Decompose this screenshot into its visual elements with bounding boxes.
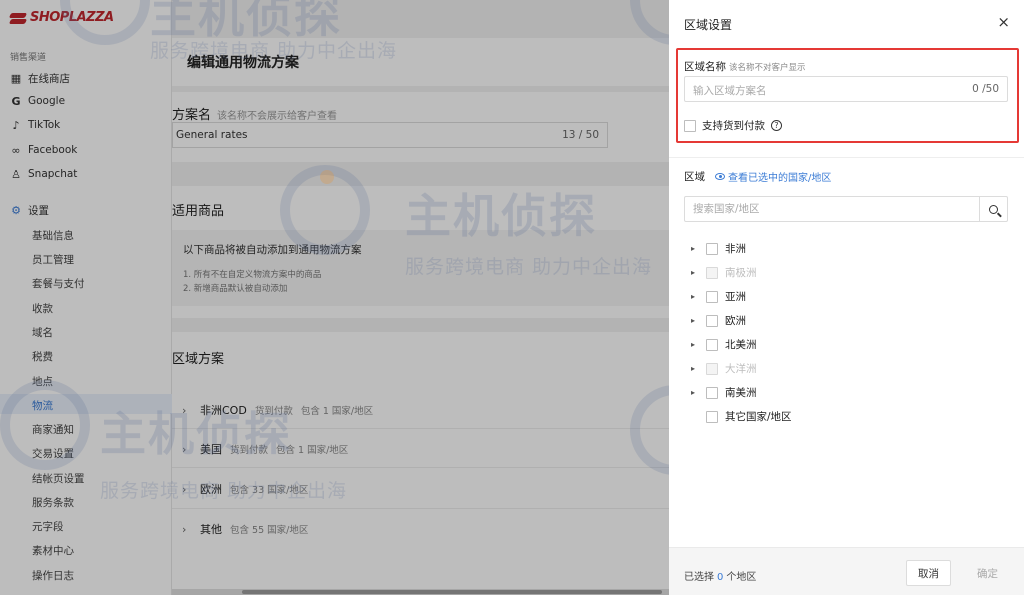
caret-right-icon[interactable]: ▸ (691, 316, 699, 325)
view-selected-text: 查看已选中的国家/地区 (728, 173, 832, 184)
area-header: 区域 查看已选中的国家/地区 (684, 169, 831, 184)
region-label: 亚洲 (725, 291, 746, 303)
region-checkbox[interactable] (706, 410, 718, 423)
region-item-antarctica[interactable]: ▸ 南极洲 (691, 265, 757, 280)
region-name-hint: 该名称不对客户显示 (729, 63, 806, 73)
eye-icon (715, 173, 725, 180)
view-selected-link[interactable]: 查看已选中的国家/地区 (715, 169, 831, 184)
help-icon[interactable]: ? (771, 120, 782, 131)
region-checkbox[interactable] (706, 290, 718, 303)
region-label: 欧洲 (725, 315, 746, 327)
region-search (684, 196, 1008, 222)
region-item-south-america[interactable]: ▸ 南美洲 (691, 385, 757, 400)
region-item-africa[interactable]: ▸ 非洲 (691, 241, 746, 256)
cod-label: 支持货到付款 (702, 120, 765, 132)
region-item-asia[interactable]: ▸ 亚洲 (691, 289, 746, 304)
region-name-placeholder: 输入区域方案名 (693, 85, 767, 97)
caret-right-icon[interactable]: ▸ (691, 244, 699, 253)
search-icon (989, 204, 998, 214)
region-name-label: 区域名称 该名称不对客户显示 (684, 59, 806, 74)
selected-count-info: 已选择 0 个地区 (684, 568, 756, 583)
selected-suffix: 个地区 (726, 572, 757, 583)
caret-right-icon[interactable]: ▸ (691, 364, 699, 373)
region-label: 大洋洲 (725, 363, 757, 375)
divider (669, 157, 1024, 158)
region-checkbox[interactable] (706, 338, 718, 351)
caret-right-icon[interactable]: ▸ (691, 292, 699, 301)
region-name-input[interactable]: 输入区域方案名 0 /50 (684, 76, 1008, 102)
close-icon[interactable]: × (997, 13, 1010, 31)
region-item-north-america[interactable]: ▸ 北美洲 (691, 337, 757, 352)
caret-right-icon[interactable]: ▸ (691, 388, 699, 397)
region-checkbox[interactable] (706, 314, 718, 327)
region-item-other[interactable]: 其它国家/地区 (691, 409, 792, 424)
drawer-title: 区域设置 (684, 18, 733, 32)
region-label: 南美洲 (725, 387, 757, 399)
cancel-button[interactable]: 取消 (906, 560, 951, 586)
region-label: 北美洲 (725, 339, 757, 351)
caret-right-icon[interactable]: ▸ (691, 340, 699, 349)
region-checkbox (706, 266, 718, 279)
caret-right-icon[interactable]: ▸ (691, 268, 699, 277)
region-label: 南极洲 (725, 267, 757, 279)
region-settings-drawer: 区域设置 × 区域名称 该名称不对客户显示 输入区域方案名 0 /50 支持货到付… (669, 0, 1024, 595)
region-item-europe[interactable]: ▸ 欧洲 (691, 313, 746, 328)
region-checkbox[interactable] (706, 386, 718, 399)
selected-count: 0 (717, 572, 724, 583)
region-checkbox[interactable] (706, 242, 718, 255)
drawer-footer: 已选择 0 个地区 取消 确定 (669, 547, 1024, 595)
region-label: 非洲 (725, 243, 746, 255)
region-name-count: 0 /50 (972, 83, 999, 95)
cod-option[interactable]: 支持货到付款 ? (684, 118, 782, 133)
region-name-label-text: 区域名称 (684, 61, 726, 73)
region-label: 其它国家/地区 (725, 411, 792, 423)
confirm-button[interactable]: 确定 (965, 560, 1010, 586)
region-checkbox (706, 362, 718, 375)
search-button[interactable] (979, 197, 1007, 221)
region-search-input[interactable] (685, 197, 975, 221)
area-label: 区域 (684, 171, 705, 183)
selected-prefix: 已选择 (684, 572, 714, 583)
cod-checkbox[interactable] (684, 119, 696, 132)
modal-overlay[interactable] (0, 0, 669, 595)
region-item-oceania[interactable]: ▸ 大洋洲 (691, 361, 757, 376)
